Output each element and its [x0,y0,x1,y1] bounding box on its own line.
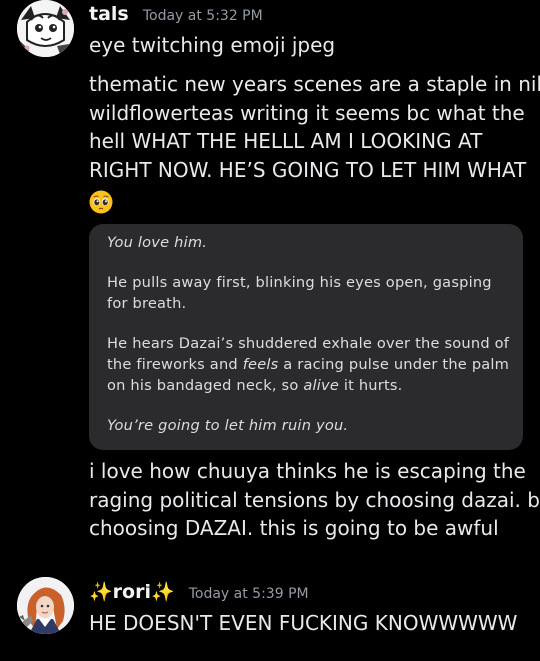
quote-text: the fireworks and [107,356,243,373]
quote-line: He pulls away first, blinking his eyes o… [107,274,492,291]
message-text-line: RIGHT NOW. HE’S GOING TO LET HIM WHAT [89,157,527,182]
quote-emphasis: feels [242,356,279,373]
quote-line: You’re going to let him ruin you. [107,417,349,434]
username[interactable]: tals [89,3,129,25]
message-text-line: thematic new years scenes are a staple i… [89,72,540,96]
message-text: HE DOESN'T EVEN FUCKING KNOWWWWW [89,611,518,635]
message-text-line: i love how chuuya thinks he is escaping … [89,459,526,483]
quoted-excerpt: You love him. He pulls away first, blink… [89,224,523,450]
message-text-line: wildflowerteas writing it seems bc what … [89,100,525,125]
message-header: tals Today at 5:32 PM [89,3,263,25]
quote-text: a racing pulse under the palm [278,356,510,373]
quote-line: the fireworks and feels a racing pulse u… [107,354,509,375]
pleading-face-emoji [89,190,113,214]
message-header: ✨rori✨ Today at 5:39 PM [89,580,309,603]
manga-character-avatar [17,0,74,57]
message-text-line: hell WHAT THE HELLL AM I LOOKING AT [89,129,483,153]
quote-emphasis: alive [303,377,339,394]
timestamp: Today at 5:32 PM [142,8,263,24]
quote-line: He hears Dazai’s shuddered exhale over t… [107,335,510,352]
username[interactable]: ✨rori✨ [89,581,175,603]
timestamp: Today at 5:39 PM [188,586,309,602]
quote-text: it hurts. [339,377,403,394]
message-text-line: eye twitching emoji jpeg [89,33,336,57]
message-text-line: choosing DAZAI. this is going to be awfu… [89,516,499,540]
avatar[interactable] [17,577,74,634]
quote-line: on his bandaged neck, so alive it hurts. [107,375,403,396]
avatar[interactable] [17,0,74,57]
message-text-line: raging political tensions by choosing da… [89,487,540,512]
quote-line: for breath. [107,295,187,312]
quote-line: You love him. [107,234,208,251]
quote-text: on his bandaged neck, so [107,377,304,394]
orange-haired-character-avatar [17,577,74,634]
